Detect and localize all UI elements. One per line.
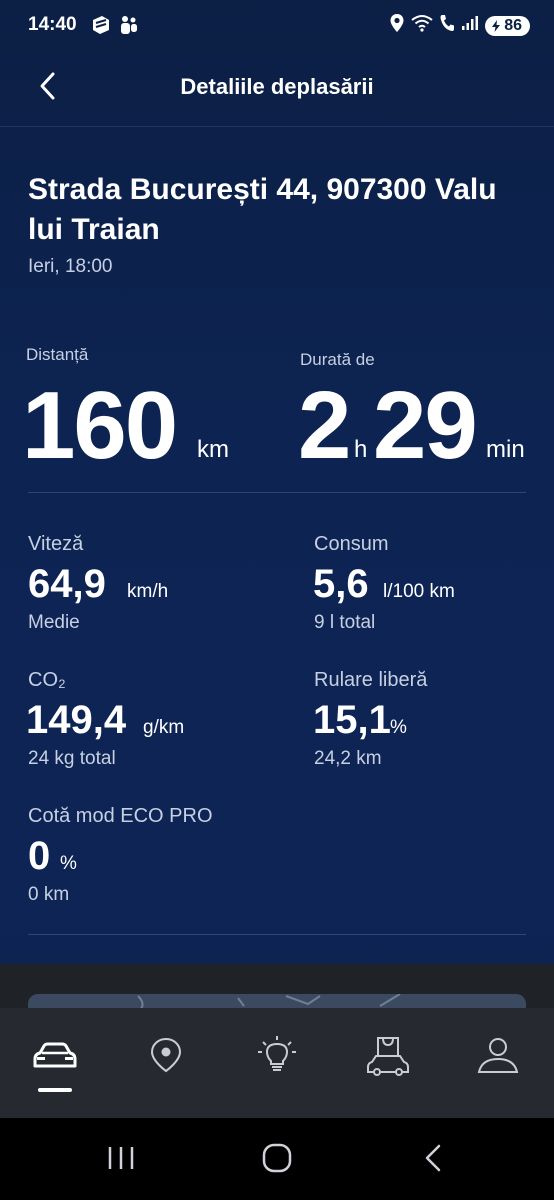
page-title: Detaliile deplasării: [180, 74, 374, 99]
back-icon: [423, 1143, 443, 1178]
duration-label: Durată de: [300, 350, 375, 369]
signal-icon: [461, 15, 479, 36]
co2-sub: 24 kg total: [28, 748, 116, 769]
speed-unit: km/h: [127, 581, 169, 602]
divider: [28, 492, 526, 493]
coasting-unit: %: [390, 717, 407, 738]
teams-icon: [118, 14, 140, 41]
map-section: [0, 964, 554, 1008]
duration-minutes-unit: min: [486, 436, 525, 463]
divider: [28, 934, 526, 935]
battery-icon: 86: [485, 15, 530, 36]
co2-value: 149,4: [26, 698, 127, 742]
eco-pro-sub: 0 km: [28, 884, 70, 905]
active-tab-indicator: [38, 1088, 72, 1092]
status-bar: 14:40 86: [0, 0, 554, 52]
status-time: 14:40: [28, 14, 77, 35]
system-back-button[interactable]: [408, 1138, 458, 1182]
consumption-sub: 9 l total: [314, 612, 376, 633]
nav-shop[interactable]: [358, 1032, 418, 1082]
map-pin-icon: [149, 1036, 183, 1079]
duration-hours-unit: h: [354, 436, 368, 463]
system-navigation-bar: [0, 1118, 554, 1200]
eco-pro-unit: %: [60, 853, 77, 874]
gallery-icon: [90, 14, 112, 41]
distance-unit: km: [197, 436, 229, 463]
lightbulb-icon: [257, 1035, 297, 1080]
distance-label: Distanță: [26, 345, 89, 364]
recents-icon: [106, 1145, 136, 1176]
home-button[interactable]: [252, 1138, 302, 1182]
duration-minutes: 29: [373, 372, 478, 479]
consumption-unit: l/100 km: [383, 581, 455, 602]
speed-label: Viteză: [28, 533, 84, 555]
call-icon: [439, 14, 455, 37]
shop-car-icon: [365, 1034, 411, 1081]
coasting-value: 15,1: [313, 698, 391, 742]
trip-datetime: Ieri, 18:00: [28, 256, 113, 277]
nav-vehicle[interactable]: [25, 1032, 85, 1082]
location-icon: [389, 13, 405, 38]
duration-hours: 2: [298, 372, 351, 479]
eco-pro-label: Cotă mod ECO PRO: [28, 805, 213, 827]
app-header: Detaliile deplasării: [0, 52, 554, 127]
coasting-sub: 24,2 km: [314, 748, 382, 769]
profile-icon: [476, 1035, 520, 1080]
nav-profile[interactable]: [468, 1032, 528, 1082]
eco-pro-value: 0: [28, 834, 51, 878]
trip-details-screen: 14:40 86 Detaliile deplasării Strada Buc…: [0, 0, 554, 1200]
system-status-icons: 86: [389, 13, 530, 38]
notification-icons: [90, 14, 140, 41]
nav-map[interactable]: [136, 1032, 196, 1082]
coasting-label: Rulare liberă: [314, 669, 428, 691]
wifi-icon: [411, 14, 433, 37]
nav-tips[interactable]: [247, 1032, 307, 1082]
bottom-navigation: [0, 1008, 554, 1118]
co2-label: CO₂: [28, 669, 66, 691]
recents-button[interactable]: [96, 1138, 146, 1182]
home-icon: [262, 1143, 292, 1178]
car-icon: [31, 1039, 79, 1076]
battery-level: 86: [504, 16, 522, 34]
speed-sub: Medie: [28, 612, 80, 633]
trip-address: Strada București 44, 907300 Valu lui Tra…: [28, 173, 497, 246]
speed-value: 64,9: [28, 562, 106, 606]
consumption-value: 5,6: [313, 562, 369, 606]
distance-value: 160: [22, 372, 178, 479]
route-map-preview[interactable]: [28, 993, 526, 1008]
consumption-label: Consum: [314, 533, 389, 555]
co2-unit: g/km: [143, 717, 185, 738]
